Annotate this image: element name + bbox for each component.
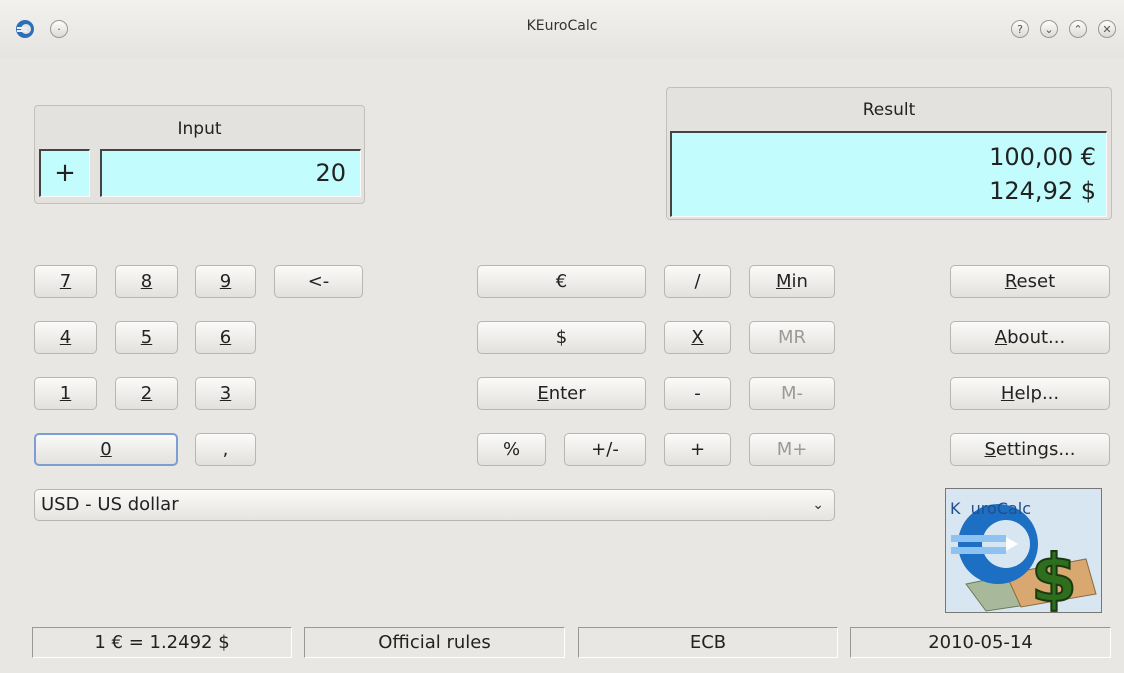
help-icon[interactable]: ? (1011, 20, 1029, 38)
key-9[interactable]: 9 (195, 265, 256, 298)
multiply-label: X (691, 327, 704, 348)
minimize-icon[interactable]: ⌄ (1040, 20, 1058, 38)
key-3-label: 3 (219, 383, 232, 404)
key-1[interactable]: 1 (34, 377, 97, 410)
key-9-label: 9 (219, 271, 232, 292)
title-bar: · KEuroCalc ? ⌄ ⌃ ✕ (0, 0, 1124, 58)
key-1-label: 1 (59, 383, 72, 404)
plus-button[interactable]: + (664, 433, 731, 466)
comma-button[interactable]: , (195, 433, 256, 466)
chevron-down-icon: ⌄ (812, 497, 824, 513)
reset-label-first: R (1004, 271, 1017, 292)
key-6[interactable]: 6 (195, 321, 256, 354)
key-0[interactable]: 0 (34, 433, 178, 466)
euro-button[interactable]: € (477, 265, 646, 298)
status-date: 2010-05-14 (850, 627, 1111, 658)
reset-label: eset (1016, 271, 1056, 292)
input-group: Input + 20 (34, 105, 365, 204)
result-euro: 100,00 € (989, 143, 1096, 171)
reset-button[interactable]: Reset (950, 265, 1110, 298)
settings-label: ettings... (995, 439, 1076, 460)
about-label: bout... (1007, 327, 1066, 348)
svg-text:$: $ (1031, 540, 1077, 612)
minus-button[interactable]: - (664, 377, 731, 410)
result-dollar: 124,92 $ (989, 177, 1096, 205)
currency-select[interactable]: USD - US dollar ⌄ (34, 489, 835, 521)
app-logo: $ K uroCalc (945, 488, 1102, 613)
settings-label-first: S (984, 439, 996, 460)
status-rules: Official rules (304, 627, 565, 658)
multiply-button[interactable]: X (664, 321, 731, 354)
key-5[interactable]: 5 (115, 321, 178, 354)
window-title: KEuroCalc (526, 18, 598, 34)
help-label-first: H (1000, 383, 1015, 404)
help-label: elp... (1014, 383, 1060, 404)
divide-button[interactable]: / (664, 265, 731, 298)
enter-button[interactable]: Enter (477, 377, 646, 410)
key-3[interactable]: 3 (195, 377, 256, 410)
about-button[interactable]: About... (950, 321, 1110, 354)
dollar-button[interactable]: $ (477, 321, 646, 354)
close-icon[interactable]: ✕ (1098, 20, 1116, 38)
result-title: Result (862, 100, 916, 120)
key-4-label: 4 (59, 327, 72, 348)
plus-minus-button[interactable]: +/- (564, 433, 646, 466)
memory-recall-button[interactable]: MR (749, 321, 835, 354)
key-2[interactable]: 2 (115, 377, 178, 410)
key-7[interactable]: 7 (34, 265, 97, 298)
key-4[interactable]: 4 (34, 321, 97, 354)
key-8[interactable]: 8 (115, 265, 178, 298)
maximize-icon[interactable]: ⌃ (1069, 20, 1087, 38)
about-label-first: A (994, 327, 1008, 348)
result-group: Result 100,00 € 124,92 $ (666, 87, 1112, 220)
settings-button[interactable]: Settings... (950, 433, 1110, 466)
memory-plus-button[interactable]: M+ (749, 433, 835, 466)
key-7-label: 7 (59, 271, 72, 292)
result-display: 100,00 € 124,92 $ (670, 131, 1107, 217)
enter-label: nter (548, 383, 586, 404)
memory-in-button[interactable]: Min (749, 265, 835, 298)
key-0-label: 0 (100, 439, 112, 460)
memory-minus-button[interactable]: M- (749, 377, 835, 410)
enter-label-first: E (537, 383, 549, 404)
status-rate: 1 € = 1.2492 $ (32, 627, 292, 658)
key-2-label: 2 (140, 383, 153, 404)
min-label-first: M (776, 271, 792, 292)
backspace-button[interactable]: <- (274, 265, 363, 298)
key-8-label: 8 (140, 271, 153, 292)
key-5-label: 5 (140, 327, 153, 348)
min-label: in (791, 271, 808, 292)
sign-display[interactable]: + (39, 149, 90, 197)
status-source: ECB (578, 627, 838, 658)
help-button[interactable]: Help... (950, 377, 1110, 410)
input-display[interactable]: 20 (100, 149, 361, 197)
logo-text: K uroCalc (950, 499, 1032, 518)
key-6-label: 6 (219, 327, 232, 348)
currency-select-value: USD - US dollar (41, 494, 179, 515)
percent-button[interactable]: % (477, 433, 546, 466)
input-title: Input (177, 119, 222, 139)
